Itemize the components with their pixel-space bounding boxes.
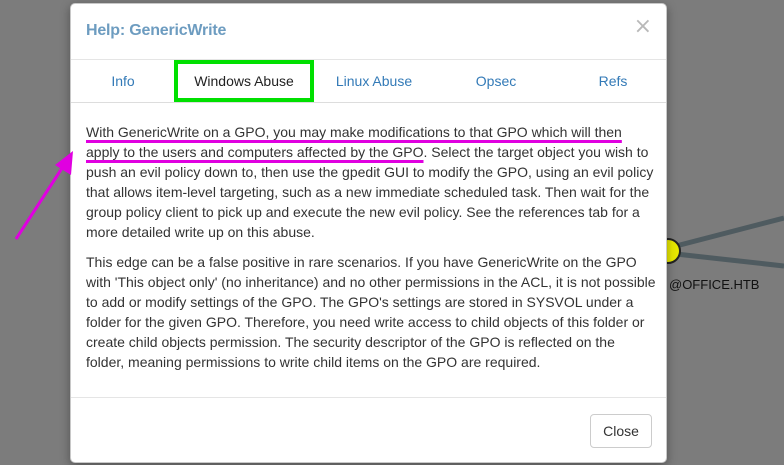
- abuse-paragraph: With GenericWrite on a GPO, you may make…: [86, 122, 656, 242]
- highlighted-text: apply to the users and computers affecte…: [86, 144, 424, 160]
- modal-title: Help: GenericWrite: [86, 22, 227, 39]
- graph-edge: [675, 251, 784, 269]
- graph-node-label: @OFFICE.HTB: [669, 277, 760, 292]
- tab-windows-abuse[interactable]: Windows Abuse: [174, 60, 314, 102]
- modal-footer: Close: [71, 397, 666, 465]
- tab-bar: Info Windows Abuse Linux Abuse Opsec Ref…: [71, 60, 666, 103]
- modal-header: Help: GenericWrite ×: [71, 4, 666, 60]
- close-button[interactable]: Close: [590, 414, 652, 448]
- tab-info[interactable]: Info: [81, 60, 165, 102]
- false-positive-paragraph: This edge can be a false positive in rar…: [86, 254, 656, 370]
- highlighted-text: With GenericWrite on a GPO, you may make…: [86, 124, 622, 140]
- help-modal: Help: GenericWrite × Info Windows Abuse …: [70, 3, 667, 463]
- close-icon[interactable]: ×: [634, 16, 652, 38]
- tab-opsec[interactable]: Opsec: [461, 60, 531, 102]
- graph-edge: [675, 215, 784, 249]
- tab-refs[interactable]: Refs: [581, 60, 645, 102]
- modal-body: With GenericWrite on a GPO, you may make…: [86, 122, 656, 382]
- tab-linux-abuse[interactable]: Linux Abuse: [323, 60, 425, 102]
